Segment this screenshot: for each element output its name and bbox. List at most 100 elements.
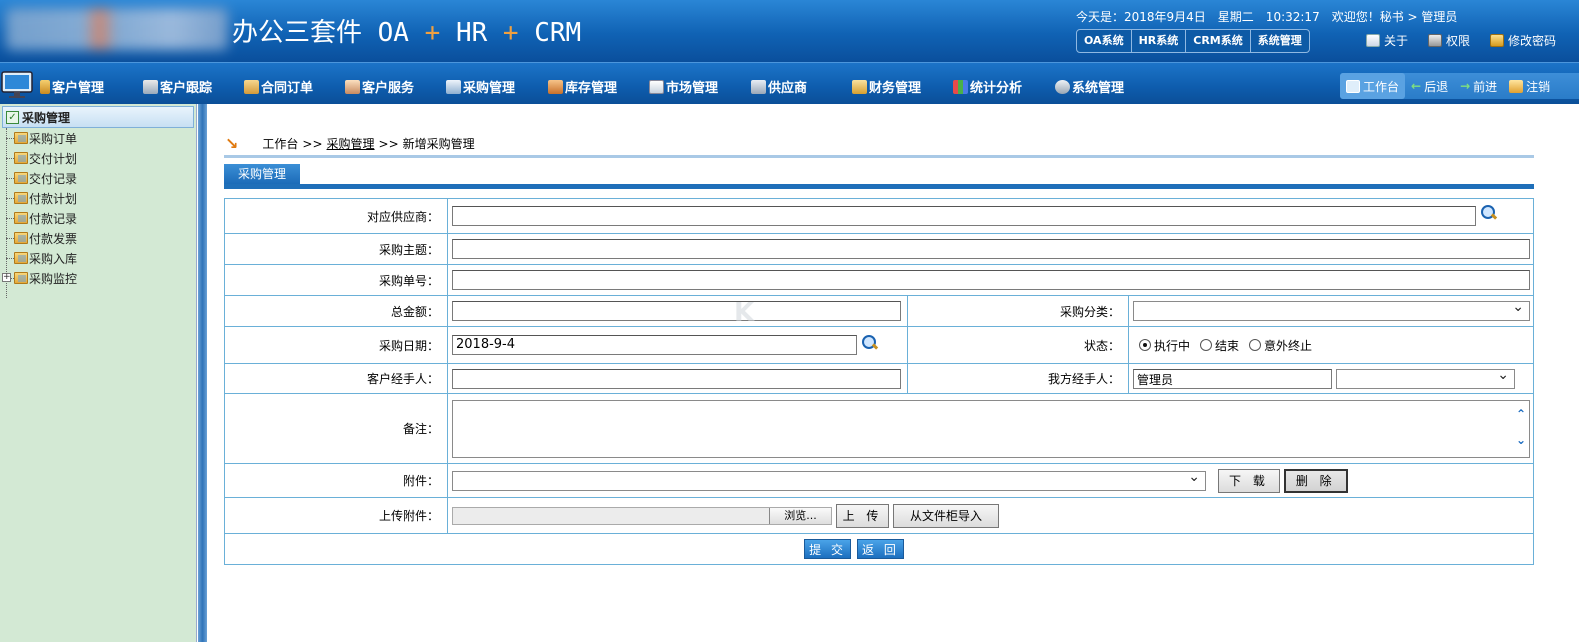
row-upload: 上传附件： 浏览... 上 传 从文件柜导入 <box>225 498 1533 534</box>
sidebar-item-purchase-storage[interactable]: 采购入库 <box>6 248 196 268</box>
handshake-icon <box>244 79 259 94</box>
sidebar-item-payment-invoice[interactable]: 付款发票 <box>6 228 196 248</box>
nav-contract-orders[interactable]: 合同订单 <box>244 77 313 96</box>
tab-hr-system[interactable]: HR系统 <box>1132 30 1187 52</box>
nav-inventory-management[interactable]: 库存管理 <box>548 77 617 96</box>
sidebar-item-purchase-monitor[interactable]: + 采购监控 <box>2 268 196 288</box>
nav-customer-management[interactable]: 客户管理 <box>40 77 104 96</box>
upload-label: 上传附件： <box>225 498 448 533</box>
breadcrumb-module[interactable]: 采购管理 <box>327 135 375 152</box>
row-supplier: 对应供应商： <box>225 199 1533 234</box>
purchase-date-input[interactable]: 2018-9-4 <box>452 335 857 355</box>
folder-icon <box>14 152 28 164</box>
nav-supplier[interactable]: 供应商 <box>751 77 807 96</box>
folder-icon <box>14 252 28 264</box>
nav-statistics[interactable]: 统计分析 <box>953 77 1022 96</box>
sidebar-item-payment-plan[interactable]: 付款计划 <box>6 188 196 208</box>
category-select[interactable] <box>1133 299 1530 321</box>
permission-link[interactable]: 权限 <box>1428 32 1470 49</box>
status-radio-executing[interactable]: 执行中 <box>1139 337 1190 354</box>
submit-button[interactable]: 提 交 <box>804 539 851 559</box>
nav-finance-management[interactable]: 财务管理 <box>852 77 921 96</box>
upload-button[interactable]: 上 传 <box>836 503 889 528</box>
nav-purchase-management[interactable]: 采购管理 <box>446 77 515 96</box>
main-content: ↘ 工作台 >> 采购管理 >> 新增采购管理 采购管理 对应供应商： 采购主题… <box>207 104 1579 642</box>
arrow-left-icon: ← <box>1411 79 1422 93</box>
expand-icon[interactable]: + <box>2 273 11 282</box>
gear-icon <box>1055 79 1070 94</box>
supplier-icon <box>751 79 766 94</box>
sidebar-item-payment-record[interactable]: 付款记录 <box>6 208 196 228</box>
section-tab[interactable]: 采购管理 <box>224 164 300 184</box>
watermark-logo: K <box>734 298 754 328</box>
folder-icon <box>14 232 28 244</box>
nav-system-management[interactable]: 系统管理 <box>1055 77 1124 96</box>
file-path-field[interactable]: 浏览... <box>452 506 832 525</box>
notepad-icon <box>649 79 664 94</box>
nav-market-management[interactable]: 市场管理 <box>649 77 718 96</box>
nav-right-tools: 工作台 ← 后退 → 前进 注销 <box>1340 73 1579 99</box>
status-label: 状态： <box>907 327 1129 363</box>
row-attachment: 附件： 下 载 删 除 <box>225 464 1533 498</box>
date-picker-icon[interactable] <box>861 334 878 351</box>
back-button-form[interactable]: 返 回 <box>857 539 904 559</box>
arrow-right-icon: → <box>1460 79 1471 93</box>
breadcrumb-home[interactable]: 工作台 <box>262 135 298 152</box>
order-no-input[interactable] <box>452 270 1530 290</box>
change-password-link[interactable]: 修改密码 <box>1490 32 1556 49</box>
tab-system-admin[interactable]: 系统管理 <box>1251 30 1309 52</box>
sidebar-item-delivery-record[interactable]: 交付记录 <box>6 168 196 188</box>
finance-icon <box>852 79 867 94</box>
app-header: 办公三套件 OA + HR + CRM 今天是：2018年9月4日 星期二 10… <box>0 0 1579 62</box>
breadcrumb: ↘ 工作台 >> 采购管理 >> 新增采购管理 <box>225 134 475 153</box>
workbench-icon <box>1346 79 1360 93</box>
folder-icon <box>14 192 28 204</box>
our-handler-select[interactable] <box>1336 367 1515 389</box>
scroll-up-icon[interactable]: ⌃ <box>1516 407 1526 421</box>
forward-button[interactable]: → 前进 <box>1454 78 1503 95</box>
supplier-input[interactable] <box>452 206 1476 226</box>
breadcrumb-current: 新增采购管理 <box>402 137 475 151</box>
subject-input[interactable] <box>452 239 1530 259</box>
import-from-cabinet-button[interactable]: 从文件柜导入 <box>893 503 999 528</box>
inventory-icon <box>548 79 563 94</box>
row-actions: 提 交 返 回 <box>225 534 1533 564</box>
arrow-down-right-icon: ↘ <box>225 134 239 153</box>
browse-button[interactable]: 浏览... <box>769 507 831 524</box>
system-tabs: OA系统 HR系统 CRM系统 系统管理 <box>1076 29 1310 53</box>
delete-button[interactable]: 删 除 <box>1283 468 1348 493</box>
sidebar-header[interactable]: ✓ 采购管理 <box>2 106 194 128</box>
attachment-select[interactable] <box>452 469 1206 491</box>
nav-customer-tracking[interactable]: 客户跟踪 <box>143 77 212 96</box>
sidebar-item-delivery-plan[interactable]: 交付计划 <box>6 148 196 168</box>
tab-crm-system[interactable]: CRM系统 <box>1186 30 1251 52</box>
row-handlers: 客户经手人： 我方经手人： 管理员 <box>225 364 1533 394</box>
remark-label: 备注： <box>225 394 448 463</box>
about-link[interactable]: 关于 <box>1366 32 1408 49</box>
back-button[interactable]: ← 后退 <box>1405 78 1454 95</box>
status-radio-terminated[interactable]: 意外终止 <box>1249 337 1312 354</box>
search-icon[interactable] <box>1480 204 1497 221</box>
status-radio-finished[interactable]: 结束 <box>1200 337 1239 354</box>
folder-icon <box>14 212 28 224</box>
logout-button[interactable]: 注销 <box>1503 78 1556 95</box>
computer-icon <box>1 71 33 98</box>
workbench-button[interactable]: 工作台 <box>1340 73 1406 99</box>
supplier-label: 对应供应商： <box>225 199 448 233</box>
total-amount-input[interactable] <box>452 301 901 321</box>
sidebar: ✓ 采购管理 采购订单 交付计划 交付记录 付款计划 付款记录 付款发票 采购入… <box>0 104 197 642</box>
client-handler-input[interactable] <box>452 368 901 389</box>
sidebar-splitter[interactable] <box>198 104 207 642</box>
sidebar-item-purchase-order[interactable]: 采购订单 <box>6 128 196 148</box>
remark-textarea[interactable]: ⌃ ⌄ <box>452 399 1530 458</box>
our-handler-input[interactable]: 管理员 <box>1133 368 1332 389</box>
nav-customer-service[interactable]: 客户服务 <box>345 77 414 96</box>
download-button[interactable]: 下 载 <box>1218 468 1280 493</box>
row-total-category: 总金额： 采购分类： <box>225 296 1533 327</box>
row-order-no: 采购单号： <box>225 265 1533 296</box>
scroll-down-icon[interactable]: ⌄ <box>1516 433 1526 447</box>
top-links: 关于 权限 修改密码 <box>1366 32 1556 49</box>
person-icon <box>40 79 50 94</box>
date-label: 采购日期： <box>225 327 448 363</box>
tab-oa-system[interactable]: OA系统 <box>1077 30 1132 52</box>
